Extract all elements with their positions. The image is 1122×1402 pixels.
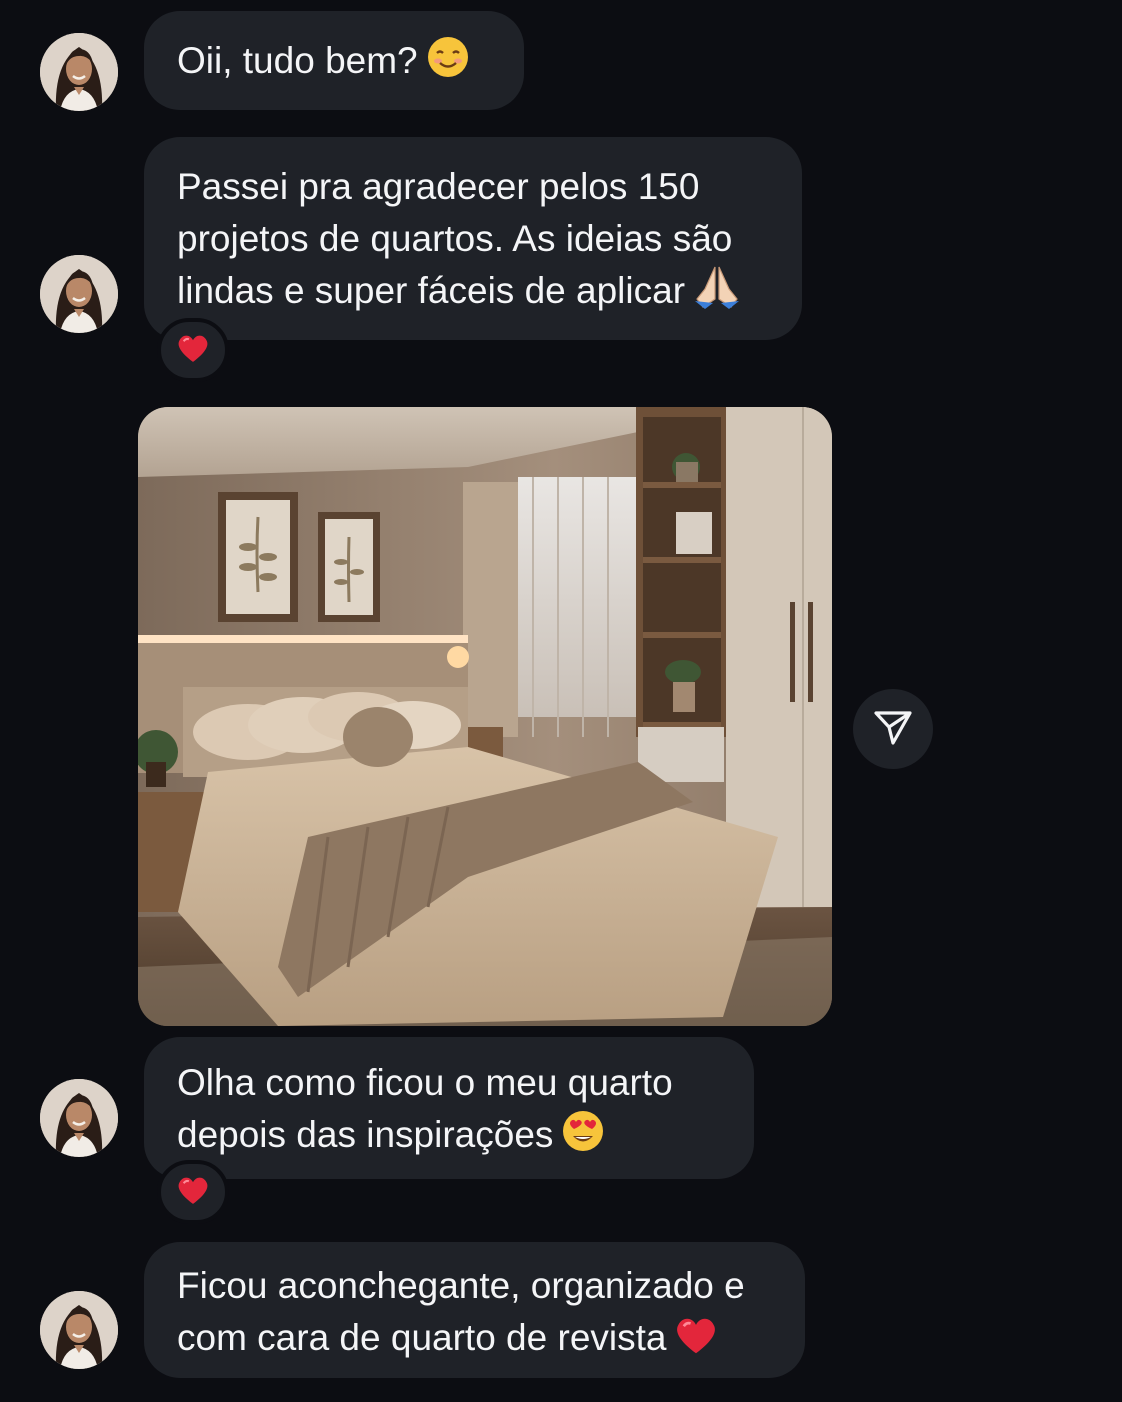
send-icon: [873, 707, 913, 752]
message-text-line: depois das inspirações: [177, 1114, 554, 1155]
avatar[interactable]: [40, 33, 118, 111]
heart-icon: [176, 1174, 210, 1211]
message-text-line: com cara de quarto de revista: [177, 1317, 667, 1358]
avatar[interactable]: [40, 255, 118, 333]
heart-reaction[interactable]: [157, 318, 229, 382]
message-text-line: Passei pra agradecer pelos 150: [177, 166, 700, 207]
avatar[interactable]: [40, 1079, 118, 1157]
message-bubble[interactable]: Ficou aconchegante, organizado e com car…: [144, 1242, 805, 1378]
message-text: Oii, tudo bem?: [177, 40, 418, 81]
message-bubble[interactable]: Passei pra agradecer pelos 150 projetos …: [144, 137, 802, 340]
share-button[interactable]: [853, 689, 933, 769]
avatar[interactable]: [40, 1291, 118, 1369]
message-bubble[interactable]: Oii, tudo bem?: [144, 11, 524, 110]
heart-eyes-icon: [561, 1109, 605, 1167]
message-bubble[interactable]: Olha como ficou o meu quarto depois das …: [144, 1037, 754, 1179]
heart-icon: [176, 332, 210, 369]
message-text-line: lindas e super fáceis de aplicar: [177, 270, 686, 311]
message-text-line: Ficou aconchegante, organizado e: [177, 1265, 745, 1306]
message-text-line: projetos de quartos. As ideias são: [177, 218, 733, 259]
folded-hands-icon: [693, 265, 741, 323]
message-text-line: Olha como ficou o meu quarto: [177, 1062, 673, 1103]
bedroom-photo[interactable]: [138, 407, 832, 1026]
smiling-face-icon: [426, 35, 470, 93]
heart-reaction[interactable]: [157, 1160, 229, 1224]
heart-icon: [674, 1314, 718, 1370]
